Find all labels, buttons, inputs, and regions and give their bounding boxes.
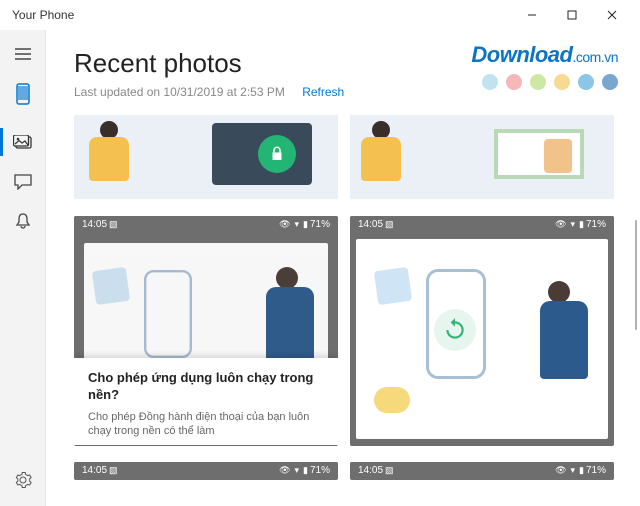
photo-thumb[interactable] [74, 115, 338, 199]
phone-statusbar: 14:05 ▧ 👁 ▾ ▮ 71% [74, 462, 338, 479]
battery-icon: ▮ [303, 219, 308, 230]
image-indicator-icon: ▧ [385, 465, 394, 476]
person-illustration [356, 119, 406, 195]
battery-icon: ▮ [579, 219, 584, 230]
photos-icon [13, 135, 33, 150]
wifi-icon: ▾ [571, 219, 576, 230]
watermark-dots [471, 74, 618, 90]
photo-thumb[interactable]: 14:05 ▧ 👁 ▾ ▮ 71% [74, 216, 338, 446]
close-button[interactable] [592, 0, 632, 30]
image-indicator-icon: ▧ [109, 219, 118, 230]
eye-icon: 👁 [279, 465, 290, 476]
phone-statusbar: 14:05 ▧ 👁 ▾ ▮ 71% [74, 216, 338, 233]
permission-dialog: Cho phép ứng dụng luôn chạy trong nền? C… [74, 358, 338, 444]
sync-icon [434, 309, 476, 351]
photo-illustration [92, 266, 130, 304]
chat-bubble-illustration [374, 387, 410, 413]
dialog-body: Cho phép Đồng hành điện thoại của bạn lu… [88, 410, 324, 439]
sidebar [0, 30, 46, 506]
refresh-link[interactable]: Refresh [302, 85, 344, 99]
phone-statusbar: 14:05 ▧ 👁 ▾ ▮ 71% [350, 216, 614, 233]
status-battery: 71% [586, 465, 606, 476]
phone-statusbar: 14:05 ▧ 👁 ▾ ▮ 71% [350, 462, 614, 479]
watermark-dot [554, 74, 570, 90]
watermark-dot [602, 74, 618, 90]
watermark-dot [578, 74, 594, 90]
illustration [350, 115, 614, 199]
app-shell: Download.com.vn Recent photos Last updat… [0, 30, 640, 506]
sidebar-item-photos[interactable] [0, 122, 46, 162]
bell-icon [15, 213, 31, 231]
scrollbar[interactable] [635, 220, 637, 330]
sidebar-item-settings[interactable] [0, 460, 46, 500]
sidebar-item-phone[interactable] [0, 74, 46, 114]
watermark-text: Download.com.vn [471, 42, 618, 68]
photo-grid: 14:05 ▧ 👁 ▾ ▮ 71% [74, 115, 614, 485]
status-time: 14:05 [82, 219, 107, 230]
photo-thumb[interactable]: 14:05 ▧ 👁 ▾ ▮ 71% [74, 462, 338, 480]
photo-illustration [374, 266, 412, 304]
eye-icon: 👁 [555, 219, 566, 230]
hamburger-button[interactable] [0, 34, 46, 74]
maximize-button[interactable] [552, 0, 592, 30]
wifi-icon: ▾ [295, 219, 300, 230]
photo-thumb[interactable] [350, 115, 614, 199]
image-indicator-icon: ▧ [109, 465, 118, 476]
messages-icon [14, 174, 32, 190]
status-battery: 71% [310, 465, 330, 476]
eye-icon: 👁 [279, 219, 290, 230]
phone-body [356, 239, 608, 439]
window-title: Your Phone [8, 8, 74, 22]
person-illustration [84, 119, 134, 195]
wifi-icon: ▾ [295, 465, 300, 476]
lock-icon [258, 135, 296, 173]
wifi-icon: ▾ [571, 465, 576, 476]
illustration [74, 115, 338, 199]
status-battery: 71% [586, 219, 606, 230]
phone-icon [16, 83, 30, 105]
sidebar-item-notifications[interactable] [0, 202, 46, 242]
battery-icon: ▮ [303, 465, 308, 476]
watermark-dot [482, 74, 498, 90]
image-indicator-icon: ▧ [385, 219, 394, 230]
gear-icon [14, 471, 32, 489]
phone-illustration [144, 270, 192, 358]
last-updated-text: Last updated on 10/31/2019 at 2:53 PM [74, 85, 285, 99]
status-time: 14:05 [358, 219, 383, 230]
titlebar: Your Phone [0, 0, 640, 30]
frame-illustration [494, 129, 584, 179]
photo-thumb[interactable]: 14:05 ▧ 👁 ▾ ▮ 71% [350, 216, 614, 446]
watermark: Download.com.vn [471, 42, 618, 90]
watermark-dot [530, 74, 546, 90]
status-time: 14:05 [358, 465, 383, 476]
status-battery: 71% [310, 219, 330, 230]
eye-icon: 👁 [555, 465, 566, 476]
status-time: 14:05 [82, 465, 107, 476]
sidebar-item-messages[interactable] [0, 162, 46, 202]
minimize-button[interactable] [512, 0, 552, 30]
dialog-title: Cho phép ứng dụng luôn chạy trong nền? [88, 370, 324, 404]
watermark-dot [506, 74, 522, 90]
hamburger-icon [15, 48, 31, 60]
battery-icon: ▮ [579, 465, 584, 476]
content-area: Download.com.vn Recent photos Last updat… [46, 30, 640, 506]
photo-thumb[interactable]: 14:05 ▧ 👁 ▾ ▮ 71% [350, 462, 614, 480]
